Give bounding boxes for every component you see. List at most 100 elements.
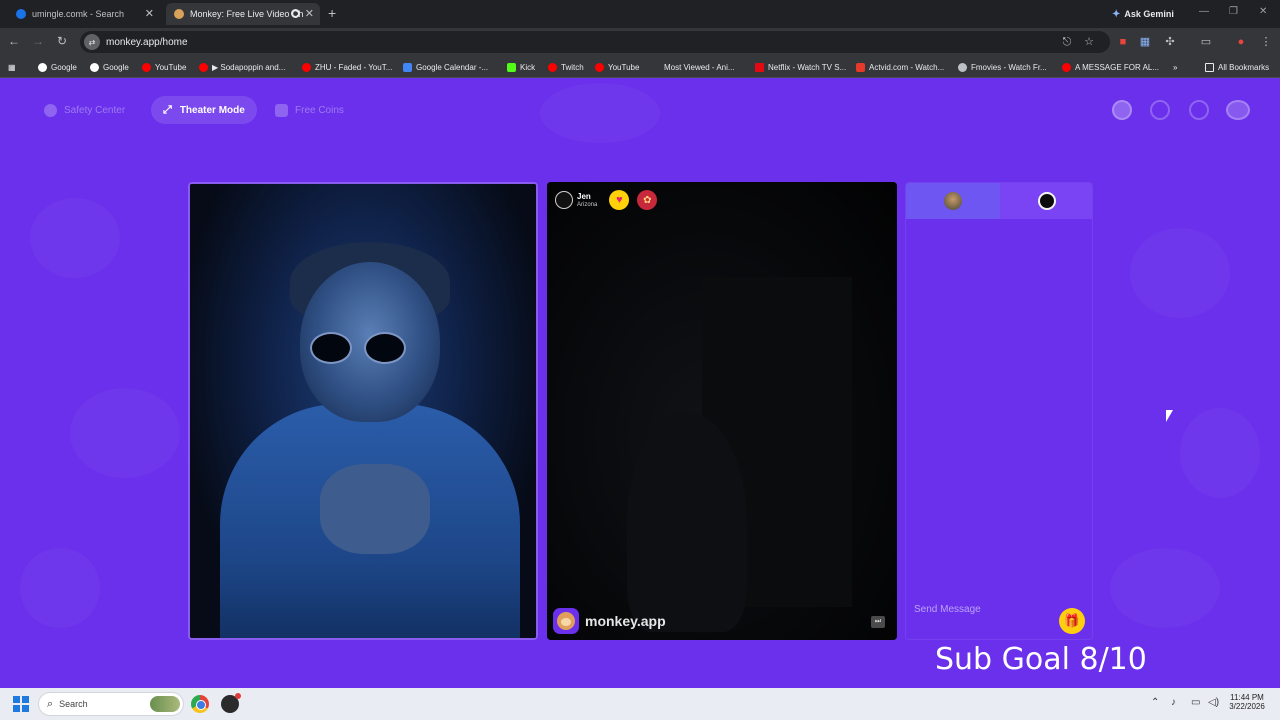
all-bookmarks-folder[interactable]: All Bookmarks [1205,60,1269,74]
sub-goal-overlay: Sub Goal 8/10 [935,642,1147,677]
address-bar[interactable]: ⇄ monkey.app/home [80,31,1110,53]
chrome-taskbar-icon[interactable] [191,695,209,713]
chat-tab-self[interactable] [906,183,1000,219]
match-avatar[interactable] [555,191,573,209]
bookmark-most-viewed[interactable]: Most Viewed - Ani... [664,60,735,74]
microphone-icon[interactable]: ♪ [1171,697,1176,708]
background-blob [30,198,120,278]
side-panel-icon[interactable]: ▭ [1199,35,1213,49]
person-hands [320,464,430,554]
ask-gemini-button[interactable]: ✦ Ask Gemini [1104,5,1182,23]
ask-gemini-label: Ask Gemini [1124,9,1174,19]
extension-counter-icon[interactable]: ▦ [1138,35,1152,49]
send-message-input[interactable]: Send Message [914,604,1034,615]
clock-time: 11:44 PM [1230,693,1264,702]
network-icon[interactable]: ▭ [1191,697,1200,708]
globe-icon [958,62,967,72]
extension-adblock-icon[interactable]: ■ [1116,35,1130,49]
profile-avatar[interactable] [1226,100,1250,120]
browser-tab-monkey[interactable]: Monkey: Free Live Video Ch ✕ [166,3,320,25]
mouse-cursor-icon [1166,410,1173,422]
bookmark-label: YouTube [608,62,640,72]
sunglasses-right-lens [364,332,406,364]
rose-gift-icon[interactable]: ✿ [637,190,658,210]
bookmark-star-icon[interactable]: ☆ [1082,35,1096,49]
bookmark-label: Kick [520,62,536,72]
kick-icon [507,62,516,72]
browser-toolbar: ← → ↻ ⇄ monkey.app/home ⎋ ☆ ■ ▦ ✣ ▭ ● ⋮ [0,28,1280,56]
back-arrow-icon[interactable]: ← [6,34,22,48]
free-coins-link[interactable]: Free Coins [275,96,344,124]
taskbar-search-label: Search [59,699,88,709]
tray-overflow-chevron-icon[interactable]: ⌃ [1151,697,1159,708]
volume-icon[interactable]: ◁) [1208,697,1219,708]
browser-menu-icon[interactable]: ⋮ [1259,35,1273,49]
bookmark-label: Google [51,62,77,72]
bookmark-label: Google [103,62,129,72]
taskbar-clock[interactable]: 11:44 PM 3/22/2026 [1224,693,1270,711]
history-clock-icon[interactable] [1150,100,1170,120]
monkey-watermark: monkey.app [553,608,666,634]
bookmark-label: Netflix - Watch TV S... [768,62,847,72]
bookmark-google-2[interactable]: Google [90,60,129,74]
search-icon: ⌕ [47,697,54,710]
more-bookmarks-chevron-icon[interactable]: » [1173,60,1177,74]
browser-tab-search[interactable]: umingle.comk - Search ✕ [8,3,160,25]
safety-center-link[interactable]: Safety Center [44,96,125,124]
watermark-text: monkey.app [585,613,666,629]
bookmark-zhu-faded[interactable]: ZHU - Faded - YouT... [302,60,392,74]
bookmark-youtube-1[interactable]: YouTube [142,60,186,74]
background-blob [70,388,180,478]
search-highlight-image [150,696,180,712]
match-user-badge[interactable]: Jen Arizona ♥ ✿ [555,190,658,210]
background-blob [540,83,660,143]
bookmark-label: Most Viewed - Ani... [664,62,735,72]
messages-icon[interactable] [1189,100,1209,120]
apps-grid-icon[interactable]: ▦ [8,60,16,74]
bookmark-sodapoppin[interactable]: ▶ Sodapoppin and... [199,60,285,74]
bookmark-twitch[interactable]: Twitch [548,60,584,74]
expand-icon: ⤢ [163,103,172,116]
chat-tabs [906,183,1092,219]
bookmark-message[interactable]: A MESSAGE FOR AL... [1062,60,1159,74]
match-video-scene [547,182,897,640]
minimize-window-icon[interactable]: — [1199,6,1209,17]
tab-title: umingle.comk - Search [32,9,125,19]
close-window-icon[interactable]: ✕ [1259,6,1267,17]
windows-taskbar: ⌕ Search ⌃ ♪ ▭ ◁) 11:44 PM 3/22/2026 [0,688,1280,720]
bookmark-actvid[interactable]: Actvid.com - Watch... [856,60,944,74]
taskbar-search[interactable]: ⌕ Search [38,692,184,716]
new-tab-button[interactable]: + [328,5,336,21]
background-blob [1180,408,1260,498]
bookmark-fmovies[interactable]: Fmovies - Watch Fr... [958,60,1047,74]
bookmark-netflix[interactable]: Netflix - Watch TV S... [755,60,846,74]
reload-icon[interactable]: ↻ [54,34,70,48]
close-tab-icon[interactable]: ✕ [305,7,314,20]
chat-tab-match[interactable] [1000,183,1092,219]
windows-start-icon[interactable] [13,696,29,712]
extensions-puzzle-icon[interactable]: ✣ [1163,35,1177,49]
site-settings-icon[interactable]: ⇄ [84,34,100,50]
user-status-icon[interactable] [1112,100,1132,120]
skip-next-icon[interactable]: ⏭ [871,616,885,628]
match-chat-avatar [1038,192,1056,210]
bookmark-google-calendar[interactable]: Google Calendar -... [403,60,488,74]
bookmark-kick[interactable]: Kick [507,60,535,74]
profile-avatar-icon[interactable]: ● [1234,35,1248,49]
forward-arrow-icon[interactable]: → [30,34,46,48]
close-tab-icon[interactable]: ✕ [145,7,154,20]
heart-icon[interactable]: ♥ [609,190,630,210]
install-app-icon[interactable]: ⎋ [1060,35,1074,49]
bookmark-youtube-2[interactable]: YouTube [595,60,639,74]
maximize-window-icon[interactable]: ❐ [1229,6,1238,17]
bookmark-google-1[interactable]: Google [38,60,77,74]
obs-taskbar-icon[interactable] [221,693,241,713]
bookmark-label: Fmovies - Watch Fr... [971,62,1047,72]
youtube-icon [595,62,604,72]
gift-icon[interactable]: 🎁 [1059,608,1085,634]
coins-icon [275,103,288,117]
free-coins-label: Free Coins [295,104,344,116]
theater-mode-label: Theater Mode [179,104,245,116]
theater-mode-button[interactable]: ⤢ Theater Mode [151,96,257,124]
actvid-icon [856,62,865,72]
